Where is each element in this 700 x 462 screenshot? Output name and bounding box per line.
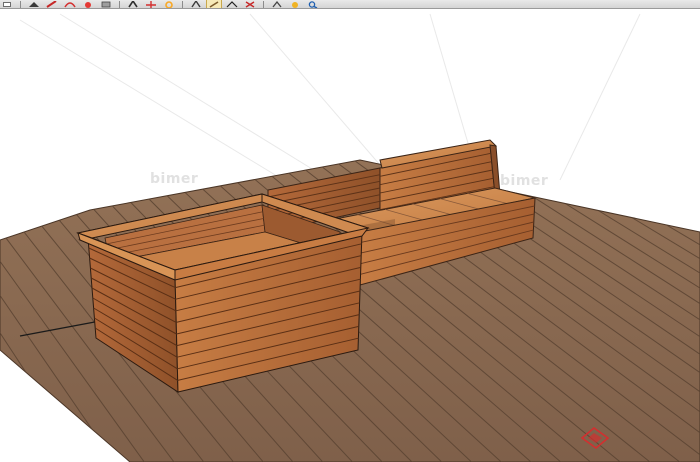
push-pull-icon[interactable]: [126, 0, 140, 8]
pencil-line-icon[interactable]: [45, 0, 59, 8]
move-icon[interactable]: [144, 0, 158, 8]
toolbar-separator: [263, 1, 264, 8]
rotate-icon[interactable]: [162, 0, 176, 8]
paint-bucket-icon[interactable]: [81, 0, 95, 8]
text-icon[interactable]: [225, 0, 239, 8]
pan-icon[interactable]: [288, 0, 302, 8]
watermark-right: bimer: [500, 173, 549, 189]
tape-measure-icon[interactable]: [206, 0, 222, 8]
offset-icon[interactable]: [189, 0, 203, 8]
rectangle-icon[interactable]: [99, 0, 113, 8]
toolbar-separator: [20, 1, 21, 8]
zoom-icon[interactable]: [306, 0, 320, 8]
guide-lines: [19, 13, 641, 191]
watermark-left: bimer: [150, 171, 199, 187]
model-viewport[interactable]: bimer bimer: [0, 9, 700, 462]
toolbar-separator: [182, 1, 183, 8]
select-arrow-icon[interactable]: [0, 0, 14, 8]
dimension-icon[interactable]: [243, 0, 257, 8]
orbit-icon[interactable]: [270, 0, 284, 8]
arc-icon[interactable]: [63, 0, 77, 8]
eraser-icon[interactable]: [27, 0, 41, 8]
toolbar: [0, 0, 700, 9]
toolbar-separator: [119, 1, 120, 8]
